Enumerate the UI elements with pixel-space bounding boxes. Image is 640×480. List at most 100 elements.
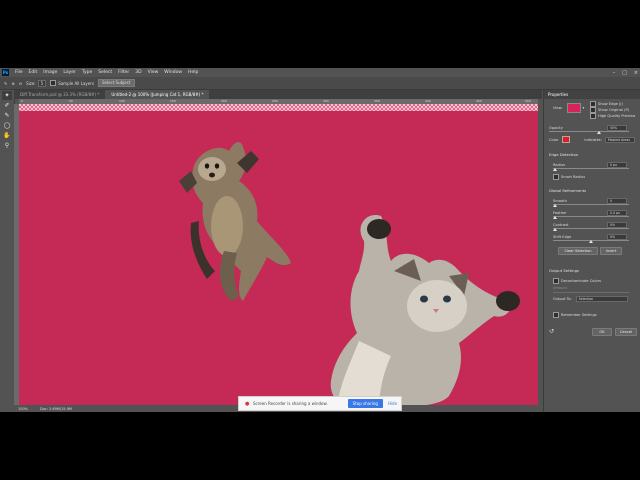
contrast-label: Contrast	[553, 223, 569, 227]
select-subject-button[interactable]: Select Subject	[97, 79, 135, 87]
size-label: Size:	[26, 80, 36, 86]
output-settings-header[interactable]: Output Settings	[549, 268, 579, 273]
tab-untitled-2[interactable]: Untitled-2 @ 100% (Jumping Cat 1, RGB/8#…	[105, 90, 210, 99]
smooth-slider-handle[interactable]	[553, 204, 557, 207]
panel-title: Properties	[544, 90, 640, 99]
cancel-button[interactable]: Cancel	[615, 328, 637, 336]
add-icon[interactable]: ⊕	[11, 81, 14, 86]
menu-layer[interactable]: Layer	[60, 70, 79, 75]
decontaminate-row: Decontaminate Colors	[544, 278, 640, 284]
radius-slider-handle[interactable]	[553, 168, 557, 171]
size-input[interactable]: 5	[37, 79, 47, 87]
ruler-mark: 500	[525, 99, 531, 103]
menu-view[interactable]: View	[145, 70, 162, 75]
remember-row: Remember Settings	[544, 312, 640, 318]
high-quality-checkbox[interactable]	[590, 113, 596, 119]
amount-row: Amount	[544, 286, 640, 290]
remember-checkbox[interactable]	[553, 312, 559, 318]
brush-preset-icon[interactable]: ✎	[4, 81, 7, 86]
document-tabs: Diff Transform.psd @ 33.3% (RGB/8#) * Un…	[14, 90, 542, 99]
amount-label: Amount	[553, 286, 568, 290]
size-control: Size: 5	[26, 79, 47, 87]
reset-icon[interactable]: ↺	[549, 328, 554, 335]
zoom-level[interactable]: 100%	[18, 407, 28, 411]
shift-edge-slider-handle[interactable]	[589, 240, 593, 243]
close-icon[interactable]: ×	[634, 70, 638, 76]
radius-label: Radius	[553, 163, 566, 167]
maximize-icon[interactable]: □	[622, 70, 627, 76]
feather-slider[interactable]	[553, 216, 629, 217]
amount-slider[interactable]	[553, 292, 629, 293]
stop-sharing-button[interactable]: Stop sharing	[347, 399, 383, 408]
smart-radius-checkbox[interactable]	[553, 174, 559, 180]
ruler-mark: 300	[323, 99, 329, 103]
smart-radius-label: Smart Radius	[561, 175, 586, 179]
ruler-mark: 450	[476, 99, 482, 103]
decontaminate-label: Decontaminate Colors	[561, 279, 602, 283]
remember-label: Remember Settings	[561, 313, 597, 317]
color-row: Color Indicates: Masked Areas	[544, 136, 640, 143]
ruler-mark: 100	[119, 99, 125, 103]
indicates-select[interactable]: Masked Areas	[604, 136, 635, 143]
edge-detection-header[interactable]: Edge Detection	[549, 152, 578, 157]
opacity-label: Opacity	[549, 126, 563, 130]
ruler-mark: 350	[374, 99, 380, 103]
document-canvas[interactable]	[19, 111, 538, 408]
refine-edge-brush-icon[interactable]: ✐	[2, 101, 12, 110]
chevron-down-icon[interactable]: ▾	[583, 106, 585, 110]
properties-panel: Properties View: ▾ Show Edge (J) Show Or…	[543, 90, 640, 412]
screen-share-bar: ● Screen Recorder is sharing a window. S…	[238, 396, 402, 411]
hand-icon[interactable]: ✋	[2, 131, 12, 140]
overlay-color-swatch[interactable]	[562, 136, 571, 143]
menu-type[interactable]: Type	[79, 70, 95, 75]
menu-file[interactable]: File	[12, 70, 26, 75]
indicates-label: Indicates:	[584, 137, 602, 142]
menu-image[interactable]: Image	[40, 70, 60, 75]
menu-select[interactable]: Select	[95, 70, 115, 75]
sample-all-layers-checkbox[interactable]	[50, 80, 57, 86]
menu-window[interactable]: Window	[161, 70, 185, 75]
contrast-slider[interactable]	[553, 228, 629, 229]
quick-selection-icon[interactable]: ✦	[2, 91, 12, 100]
app-logo: Ps	[2, 69, 9, 76]
brush-icon[interactable]: ✎	[2, 111, 12, 120]
ruler-mark: 200	[221, 99, 227, 103]
minimize-icon[interactable]: –	[613, 70, 616, 76]
view-mode-thumbnail[interactable]	[566, 103, 581, 113]
canvas-artwork	[179, 142, 520, 408]
ruler-mark: 400	[425, 99, 431, 103]
tab-diff-transform[interactable]: Diff Transform.psd @ 33.3% (RGB/8#) *	[14, 90, 105, 99]
doc-size: Doc: 2.69M/15.9M	[40, 406, 72, 411]
ruler-mark: 50	[69, 99, 73, 103]
select-subject-wrap: Select Subject	[97, 79, 135, 87]
window-controls: – □ ×	[613, 68, 638, 77]
output-to-select[interactable]: Selection	[575, 296, 628, 302]
options-bar: ✎ ⊕ ⊖ Size: 5 Sample All Layers Select S…	[0, 77, 640, 90]
subtract-icon[interactable]: ⊖	[19, 81, 22, 86]
menu-filter[interactable]: Filter	[115, 70, 132, 75]
zoom-icon[interactable]: ⚲	[2, 141, 12, 150]
output-to-label: Output To:	[553, 297, 572, 301]
menu-edit[interactable]: Edit	[26, 70, 41, 75]
clear-selection-button[interactable]: Clear Selection	[558, 247, 598, 255]
hide-button[interactable]: Hide	[388, 401, 397, 406]
decontaminate-checkbox[interactable]	[553, 278, 559, 284]
opacity-slider[interactable]	[549, 131, 629, 132]
view-label: View:	[553, 106, 563, 110]
ok-button[interactable]: OK	[592, 328, 612, 336]
menu-3d[interactable]: 3D	[132, 70, 144, 75]
photoshop-window: Ps File Edit Image Layer Type Select Fil…	[0, 68, 640, 412]
record-icon: ●	[245, 400, 250, 407]
feather-slider-handle[interactable]	[553, 216, 557, 219]
shift-edge-label: Shift Edge	[553, 235, 572, 239]
large-kitten-image	[330, 215, 520, 408]
lasso-icon[interactable]: ◯	[2, 121, 12, 130]
global-refinements-header[interactable]: Global Refinements	[549, 188, 586, 193]
invert-button[interactable]: Invert	[600, 247, 622, 255]
opacity-slider-handle[interactable]	[597, 131, 601, 134]
smooth-slider[interactable]	[553, 204, 629, 205]
ruler-mark: 150	[170, 99, 176, 103]
contrast-slider-handle[interactable]	[553, 228, 557, 231]
menu-help[interactable]: Help	[185, 70, 201, 75]
radius-slider[interactable]	[553, 168, 629, 169]
